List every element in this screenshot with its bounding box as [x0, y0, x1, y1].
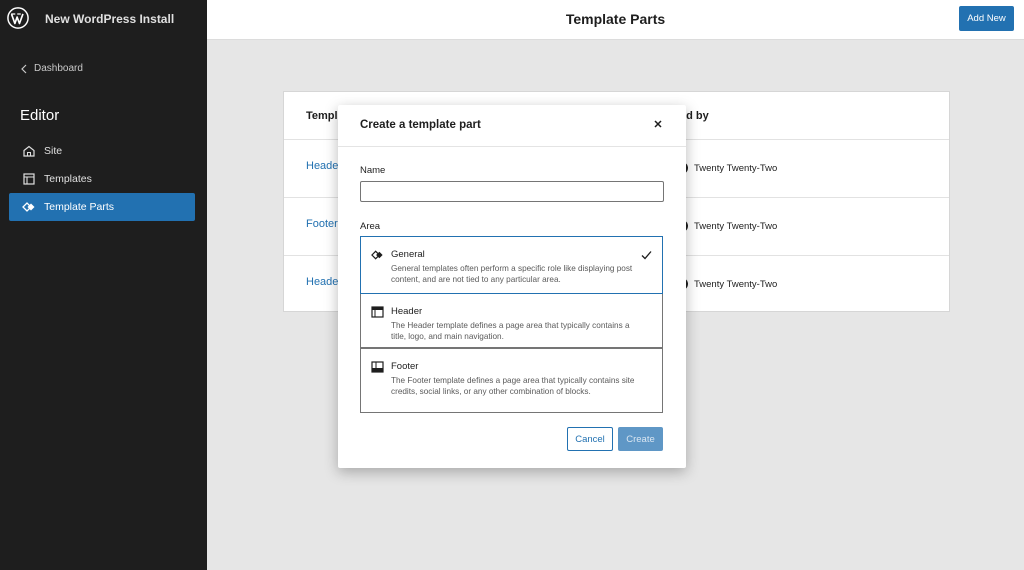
back-to-dashboard-link[interactable]: Dashboard — [20, 63, 83, 74]
sidebar: New WordPress Install Dashboard Editor S… — [0, 0, 207, 570]
name-input[interactable] — [360, 181, 664, 202]
modal-header: Create a template part — [338, 105, 686, 147]
area-label: Area — [360, 221, 381, 232]
cancel-button[interactable]: Cancel — [567, 427, 613, 451]
home-icon — [22, 144, 36, 158]
wordpress-logo-icon[interactable] — [7, 7, 29, 29]
sidebar-item-templates[interactable]: Templates — [9, 165, 195, 193]
sidebar-item-template-parts[interactable]: Template Parts — [9, 193, 195, 221]
sidebar-item-label: Template Parts — [44, 201, 115, 213]
area-option-header[interactable]: Header The Header template defines a pag… — [360, 294, 663, 348]
sidebar-item-site[interactable]: Site — [9, 137, 195, 165]
close-icon[interactable] — [652, 118, 664, 130]
area-option-general[interactable]: General General templates often perform … — [360, 236, 663, 294]
header-layout-icon — [371, 306, 384, 318]
sidebar-item-label: Templates — [44, 173, 92, 185]
check-icon — [641, 251, 652, 260]
layout-icon — [22, 172, 36, 186]
sidebar-nav: Site Templates Template Parts — [9, 137, 195, 221]
create-template-part-modal: Create a template part Name Area General… — [338, 105, 686, 468]
area-option-description: The Footer template defines a page area … — [391, 376, 635, 396]
symbol-diamond-icon — [371, 250, 383, 260]
symbol-diamond-icon — [22, 200, 36, 214]
area-option-title: Header — [391, 306, 423, 317]
page-title: Template Parts — [565, 11, 666, 27]
editor-title: Editor — [20, 107, 60, 124]
modal-title: Create a template part — [360, 119, 481, 131]
create-button[interactable]: Create — [618, 427, 663, 451]
area-option-description: The Header template defines a page area … — [391, 321, 630, 341]
area-option-title: Footer — [391, 361, 419, 372]
sidebar-item-label: Site — [44, 145, 63, 157]
area-option-title: General — [391, 249, 425, 260]
footer-layout-icon — [371, 361, 384, 373]
back-link-label: Dashboard — [34, 63, 83, 74]
top-bar: Template Parts Add New — [207, 0, 1024, 40]
chevron-left-icon — [21, 64, 27, 73]
area-option-description: General templates often perform a specif… — [391, 264, 633, 284]
name-label: Name — [360, 165, 386, 176]
area-options: General General templates often perform … — [360, 236, 663, 413]
add-new-button[interactable]: Add New — [959, 6, 1014, 31]
site-name[interactable]: New WordPress Install — [45, 12, 174, 26]
area-option-footer[interactable]: Footer The Footer template defines a pag… — [360, 348, 663, 413]
